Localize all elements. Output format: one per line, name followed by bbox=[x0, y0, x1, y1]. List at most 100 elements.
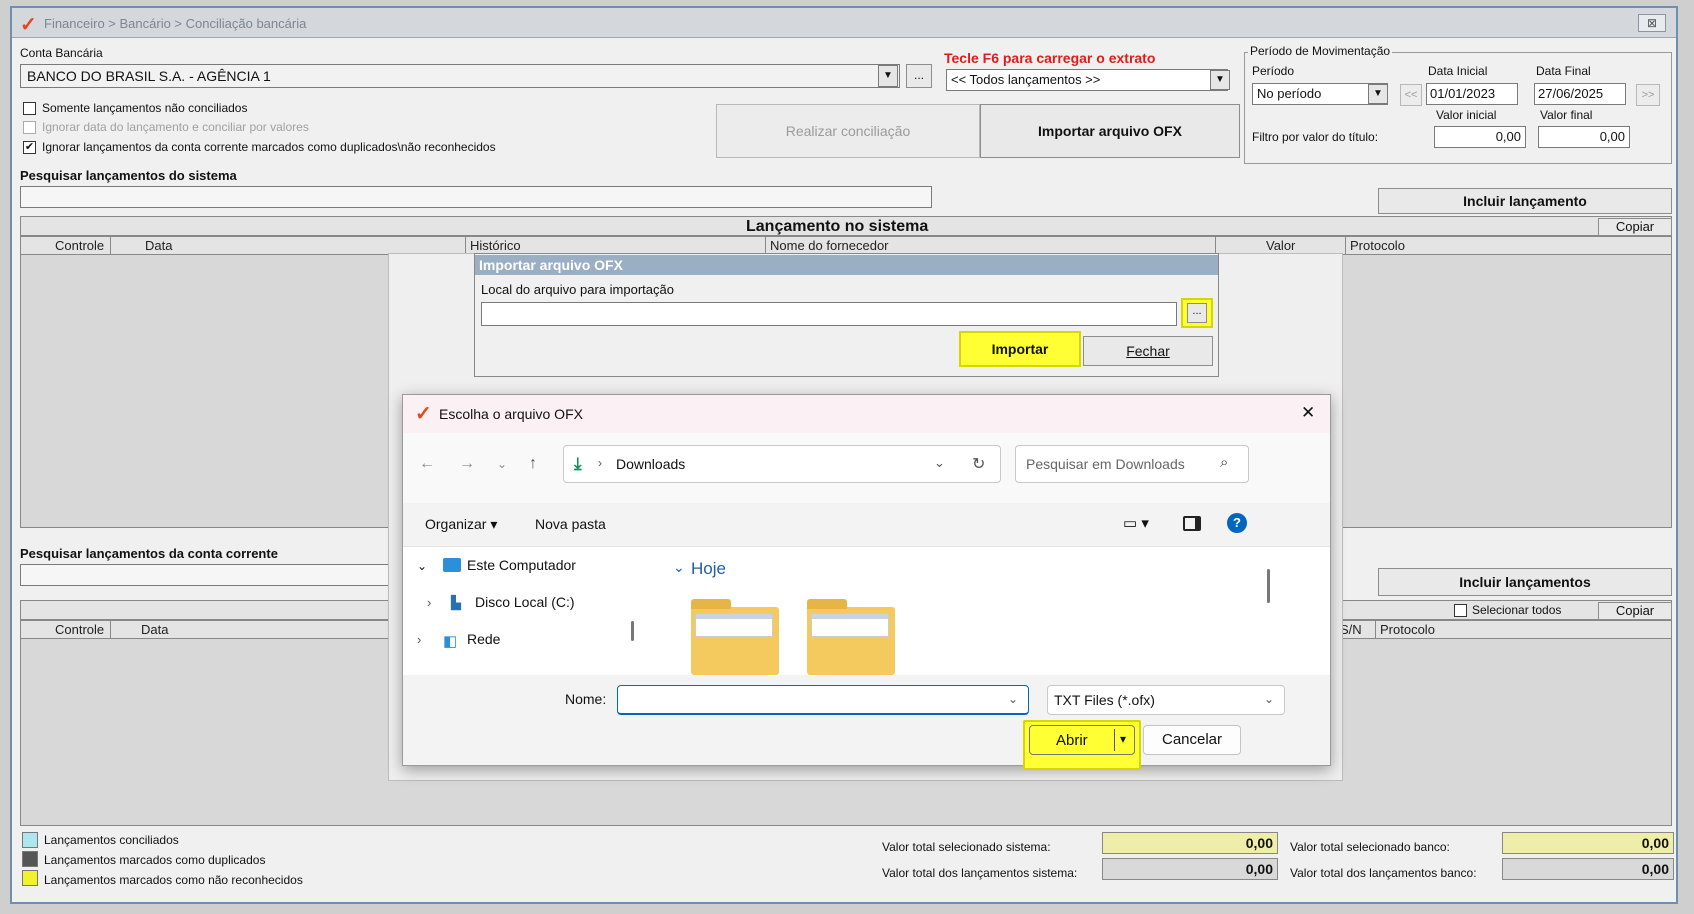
search-box[interactable]: Pesquisar em Downloads ⌕ bbox=[1015, 445, 1249, 483]
importar-button[interactable]: Importar bbox=[959, 331, 1081, 367]
importar-ofx-button[interactable]: Importar arquivo OFX bbox=[980, 104, 1240, 158]
valor-inicial-label: Valor inicial bbox=[1436, 108, 1497, 122]
cancelar-button[interactable]: Cancelar bbox=[1143, 725, 1241, 755]
total-banco: 0,00 bbox=[1502, 858, 1674, 880]
forward-arrow-icon[interactable]: → bbox=[459, 455, 475, 473]
local-arquivo-input[interactable] bbox=[481, 302, 1177, 326]
conta-corrente-search-label: Pesquisar lançamentos da conta corrente bbox=[20, 546, 278, 561]
navigation-tree: ⌄ Este Computador › ▙ Disco Local (C:) ›… bbox=[403, 547, 641, 675]
group-header-hoje[interactable]: Hoje bbox=[691, 559, 726, 579]
valor-inicial-input[interactable]: 0,00 bbox=[1434, 126, 1526, 148]
abrir-dropdown-icon[interactable]: ▾ bbox=[1120, 732, 1126, 746]
breadcrumb: Financeiro > Bancário > Conciliação banc… bbox=[44, 16, 307, 31]
file-list: ⌄ Hoje bbox=[661, 547, 1316, 675]
filtro-dropdown-icon[interactable]: ▼ bbox=[1210, 70, 1230, 90]
legend-swatch-nao-reconhecidos bbox=[22, 870, 38, 886]
address-location: Downloads bbox=[616, 456, 686, 472]
files-scrollbar[interactable] bbox=[1267, 569, 1270, 603]
checkbox-ignorar-duplicados[interactable]: ✔ bbox=[23, 141, 36, 154]
checkbox-label: Somente lançamentos não conciliados bbox=[42, 101, 248, 115]
fechar-button[interactable]: Fechar bbox=[1083, 336, 1213, 366]
expand-chevron-icon[interactable]: › bbox=[427, 595, 431, 610]
expand-chevron-icon[interactable]: › bbox=[417, 632, 421, 647]
incluir-lancamentos-button[interactable]: Incluir lançamentos bbox=[1378, 568, 1672, 596]
file-open-dialog: ✓ Escolha o arquivo OFX ✕ ← → ⌄ ↑ ⤓ › Do… bbox=[402, 394, 1331, 770]
group-chevron-icon[interactable]: ⌄ bbox=[673, 559, 685, 576]
sistema-search-input[interactable] bbox=[20, 186, 932, 208]
checkbox-label: Ignorar data do lançamento e conciliar p… bbox=[42, 120, 309, 134]
recent-chevron-down-icon[interactable]: ⌄ bbox=[497, 457, 507, 471]
expand-chevron-icon[interactable]: ⌄ bbox=[417, 559, 427, 573]
total-sel-banco: 0,00 bbox=[1502, 832, 1674, 854]
copiar-conta-button[interactable]: Copiar bbox=[1598, 602, 1672, 620]
tree-item-este-computador[interactable]: Este Computador bbox=[467, 557, 576, 573]
browse-button[interactable]: ... bbox=[1187, 303, 1207, 323]
file-dialog-navbar: ← → ⌄ ↑ ⤓ › Downloads ⌄ ↻ Pesquisar em D… bbox=[403, 433, 1330, 503]
app-logo-icon: ✓ bbox=[415, 403, 432, 425]
periodo-label: Período bbox=[1252, 64, 1295, 78]
tree-item-rede[interactable]: Rede bbox=[467, 631, 500, 647]
view-options-icon[interactable]: ▭ ▾ bbox=[1123, 514, 1149, 532]
file-dialog-titlebar: ✓ Escolha o arquivo OFX ✕ bbox=[403, 395, 1330, 433]
folder-icon[interactable] bbox=[807, 599, 895, 675]
file-dialog-toolbar: Organizar ▾ Nova pasta ▭ ▾ ? bbox=[403, 503, 1330, 547]
checkbox-nao-conciliados[interactable] bbox=[23, 102, 36, 115]
column-header[interactable]: Protocolo bbox=[1376, 621, 1666, 639]
address-chevron-down-icon[interactable]: ⌄ bbox=[934, 455, 945, 471]
data-inicial-label: Data Inicial bbox=[1428, 64, 1488, 78]
organizar-menu[interactable]: Organizar ▾ bbox=[425, 516, 497, 533]
file-dialog-close-button[interactable]: ✕ bbox=[1301, 403, 1315, 423]
breadcrumb-chevron-icon: › bbox=[598, 456, 602, 470]
folder-icon[interactable] bbox=[691, 599, 779, 675]
total-sistema-label: Valor total dos lançamentos sistema: bbox=[882, 866, 1078, 880]
legend-swatch-duplicados bbox=[22, 851, 38, 867]
data-inicial-input[interactable]: 01/01/2023 bbox=[1426, 83, 1518, 105]
preview-pane-icon[interactable] bbox=[1183, 516, 1201, 531]
column-header[interactable]: Controle bbox=[51, 237, 111, 255]
app-logo-icon: ✓ bbox=[20, 14, 37, 36]
filetype-select[interactable]: TXT Files (*.ofx) ⌄ bbox=[1047, 685, 1285, 715]
search-placeholder: Pesquisar em Downloads bbox=[1026, 456, 1185, 472]
up-arrow-icon[interactable]: ↑ bbox=[529, 455, 537, 473]
valor-final-input[interactable]: 0,00 bbox=[1538, 126, 1630, 148]
nome-input[interactable]: ⌄ bbox=[617, 685, 1029, 715]
local-arquivo-label: Local do arquivo para importação bbox=[481, 282, 674, 297]
realizar-conciliacao-button[interactable]: Realizar conciliação bbox=[716, 104, 980, 158]
incluir-lancamento-button[interactable]: Incluir lançamento bbox=[1378, 188, 1672, 214]
column-header[interactable]: Controle bbox=[51, 621, 111, 639]
legend-label: Lançamentos marcados como duplicados bbox=[44, 853, 266, 867]
back-arrow-icon[interactable]: ← bbox=[419, 455, 435, 473]
window-close-button[interactable]: ⊠ bbox=[1638, 14, 1666, 32]
prev-period-button[interactable]: << bbox=[1400, 84, 1422, 106]
drive-icon: ▙ bbox=[451, 595, 461, 610]
network-icon: ◧ bbox=[443, 633, 458, 650]
checkbox-ignorar-data[interactable] bbox=[23, 121, 36, 134]
data-final-input[interactable]: 27/06/2025 bbox=[1534, 83, 1626, 105]
file-dialog-footer: Nome: ⌄ TXT Files (*.ofx) ⌄ Abrir ▾ Canc… bbox=[403, 675, 1330, 770]
address-bar[interactable]: ⤓ › Downloads ⌄ ↻ bbox=[563, 445, 1001, 483]
next-period-button[interactable]: >> bbox=[1636, 84, 1660, 106]
filetype-chevron-down-icon[interactable]: ⌄ bbox=[1264, 692, 1274, 706]
nome-chevron-down-icon[interactable]: ⌄ bbox=[1008, 692, 1018, 706]
title-bar: ✓ Financeiro > Bancário > Conciliação ba… bbox=[12, 8, 1676, 38]
search-icon: ⌕ bbox=[1220, 454, 1229, 471]
conta-browse-button[interactable]: ... bbox=[906, 64, 932, 88]
tree-scrollbar[interactable] bbox=[631, 621, 634, 641]
conta-dropdown-icon[interactable]: ▼ bbox=[878, 65, 898, 87]
total-sel-sistema: 0,00 bbox=[1102, 832, 1278, 854]
help-icon[interactable]: ? bbox=[1227, 513, 1247, 533]
conta-select[interactable]: BANCO DO BRASIL S.A. - AGÊNCIA 1 bbox=[20, 64, 900, 88]
computer-icon bbox=[443, 558, 461, 572]
filtro-lancamentos-select[interactable]: << Todos lançamentos >> bbox=[946, 69, 1228, 91]
periodo-dropdown-icon[interactable]: ▼ bbox=[1368, 84, 1388, 104]
column-header[interactable]: Protocolo bbox=[1346, 237, 1666, 255]
selecionar-todos-checkbox[interactable] bbox=[1454, 604, 1467, 617]
legend-swatch-conciliados bbox=[22, 832, 38, 848]
valor-final-label: Valor final bbox=[1540, 108, 1593, 122]
nome-label: Nome: bbox=[565, 691, 607, 707]
abrir-button[interactable]: Abrir ▾ bbox=[1029, 725, 1135, 755]
nova-pasta-button[interactable]: Nova pasta bbox=[535, 516, 606, 532]
tree-item-disco-local[interactable]: Disco Local (C:) bbox=[475, 594, 575, 610]
refresh-icon[interactable]: ↻ bbox=[972, 454, 985, 474]
copiar-sistema-button[interactable]: Copiar bbox=[1598, 218, 1672, 236]
